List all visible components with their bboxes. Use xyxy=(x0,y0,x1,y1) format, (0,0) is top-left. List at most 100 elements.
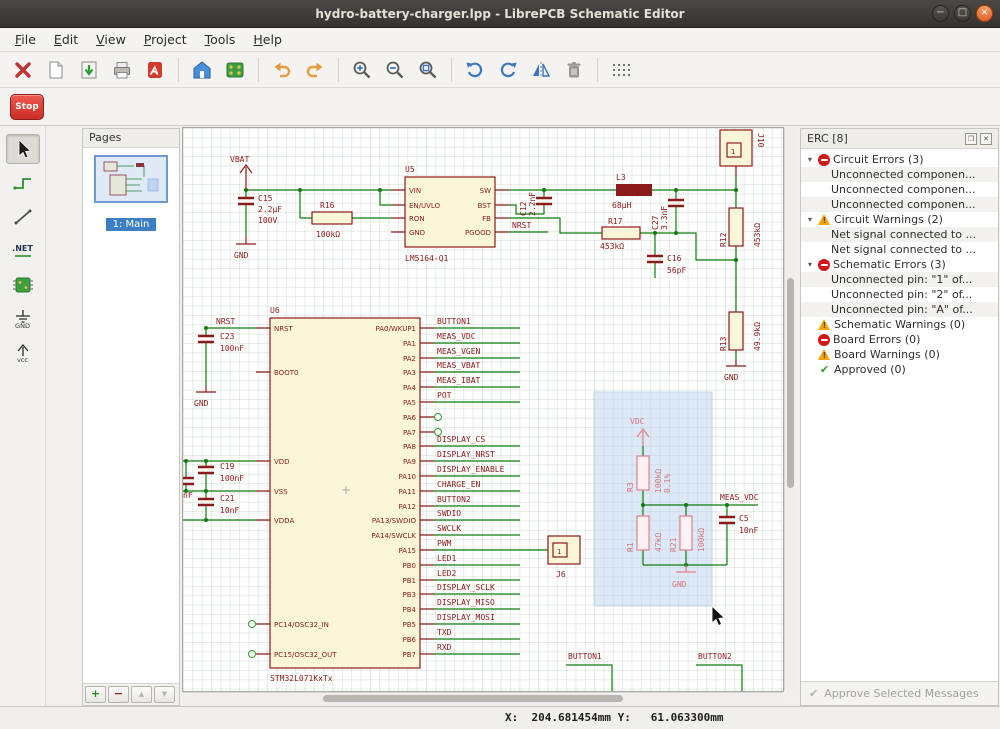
expand-arrow-icon[interactable]: ▾ xyxy=(805,155,815,164)
schematic-canvas[interactable]: VBAT C15 2.2µF 100V GND R16 100kΩ xyxy=(183,128,783,691)
menu-tools[interactable]: Tools xyxy=(196,29,245,50)
component-c21[interactable]: C21 10nF xyxy=(198,494,239,515)
zoom-in-button[interactable] xyxy=(347,56,377,84)
menu-view[interactable]: View xyxy=(87,29,135,50)
power-gnd-c15[interactable]: GND xyxy=(234,237,256,260)
component-c27[interactable]: C27 3.3nF xyxy=(651,200,684,230)
erc-message[interactable]: Unconnected pin: "1" of... xyxy=(801,272,998,287)
board-editor-button[interactable] xyxy=(220,56,250,84)
erc-message[interactable]: Net signal connected to ... xyxy=(801,227,998,242)
erc-message[interactable]: Net signal connected to ... xyxy=(801,242,998,257)
svg-text:EN/UVLO: EN/UVLO xyxy=(409,202,441,210)
svg-text:2.2µF: 2.2µF xyxy=(258,205,282,214)
move-page-up-button[interactable]: ▲ xyxy=(131,686,152,703)
erc-message[interactable]: Unconnected componen... xyxy=(801,182,998,197)
zoom-fit-button[interactable] xyxy=(413,56,443,84)
component-r17[interactable]: R17 453kΩ xyxy=(600,217,640,251)
component-j6[interactable]: 1 J6 xyxy=(548,536,580,579)
minimize-button[interactable]: − xyxy=(932,5,949,22)
erc-group-board-errors[interactable]: ▾Board Errors (0) xyxy=(801,332,998,347)
net-labels[interactable]: BUTTON1 MEAS_VDC MEAS_VGEN MEAS_VBAT MEA… xyxy=(437,317,505,652)
close-button[interactable]: × xyxy=(976,5,993,22)
menu-edit[interactable]: Edit xyxy=(45,29,87,50)
horizontal-scroll-thumb[interactable] xyxy=(323,695,623,702)
erc-group-circuit-warnings[interactable]: ▾Circuit Warnings (2) xyxy=(801,212,998,227)
mirror-button[interactable] xyxy=(526,56,556,84)
approve-selected-messages-button[interactable]: ✔ Approve Selected Messages xyxy=(801,681,998,705)
power-gnd-c23[interactable]: GND xyxy=(194,386,216,408)
page-thumbnail[interactable] xyxy=(94,155,168,203)
move-page-down-button[interactable]: ▼ xyxy=(154,686,175,703)
rotate-ccw-button[interactable] xyxy=(460,56,490,84)
erc-close-button[interactable]: ✕ xyxy=(980,133,992,145)
add-gnd-tool-button[interactable]: GND xyxy=(6,304,40,334)
component-c23[interactable]: C23 100nF xyxy=(198,332,244,353)
window-controls: − □ × xyxy=(932,5,993,22)
component-c19[interactable]: C19 100nF xyxy=(198,462,244,483)
component-l3[interactable]: L3 68µH xyxy=(612,173,652,210)
erc-message[interactable]: Unconnected componen... xyxy=(801,167,998,182)
svg-text:VSS: VSS xyxy=(274,488,288,496)
maximize-button[interactable]: □ xyxy=(954,5,971,22)
select-tool-button[interactable] xyxy=(6,134,40,164)
new-file-button[interactable] xyxy=(41,56,71,84)
print-button[interactable] xyxy=(107,56,137,84)
component-edge-capacitor[interactable]: nF xyxy=(183,478,194,500)
redo-button[interactable] xyxy=(300,56,330,84)
close-project-button[interactable] xyxy=(8,56,38,84)
net-label-meas-vdc[interactable]: MEAS_VDC xyxy=(720,493,759,502)
erc-float-button[interactable]: ❐ xyxy=(965,133,977,145)
component-c16[interactable]: C16 56pF xyxy=(647,254,686,275)
net-label-nrst-top[interactable]: NRST xyxy=(512,221,531,230)
component-r13[interactable]: R13 49.9kΩ xyxy=(719,312,762,351)
net-label-button2[interactable]: BUTTON2 xyxy=(698,652,732,661)
draw-wire-tool-button[interactable] xyxy=(6,168,40,198)
canvas-vertical-scrollbar[interactable] xyxy=(784,128,795,691)
erc-message[interactable]: Unconnected componen... xyxy=(801,197,998,212)
menu-help[interactable]: Help xyxy=(244,29,291,50)
draw-line-tool-button[interactable] xyxy=(6,202,40,232)
rotate-cw-button[interactable] xyxy=(493,56,523,84)
component-u6[interactable]: U6 STM32L071KxTx NRST BOOT0 VDD VSS VDDA… xyxy=(256,306,434,683)
net-label-tool-button[interactable]: .NET xyxy=(6,236,40,266)
net-label-nrst-left[interactable]: NRST xyxy=(216,317,235,326)
main-toolbar xyxy=(0,52,1000,88)
component-r12[interactable]: R12 453kΩ xyxy=(719,208,762,247)
menu-project[interactable]: Project xyxy=(135,29,196,50)
menu-file[interactable]: File xyxy=(6,29,45,50)
component-u5[interactable]: U5 LM5164-Q1 VIN EN/UVLO RON GND SW BST … xyxy=(391,165,509,263)
control-panel-button[interactable] xyxy=(187,56,217,84)
component-c15[interactable]: C15 2.2µF 100V xyxy=(238,194,282,225)
canvas-horizontal-scrollbar[interactable] xyxy=(183,692,783,703)
component-c5[interactable]: C5 10nF xyxy=(719,514,758,535)
delete-button[interactable] xyxy=(559,56,589,84)
vertical-scroll-thumb[interactable] xyxy=(787,278,794,488)
erc-group-schematic-errors[interactable]: ▾Schematic Errors (3) xyxy=(801,257,998,272)
grid-settings-button[interactable] xyxy=(606,56,636,84)
add-page-button[interactable]: + xyxy=(85,686,106,703)
erc-message[interactable]: Unconnected pin: "2" of... xyxy=(801,287,998,302)
component-r16[interactable]: R16 100kΩ xyxy=(312,201,352,239)
undo-button[interactable] xyxy=(267,56,297,84)
net-label-button1[interactable]: BUTTON1 xyxy=(568,652,602,661)
expand-arrow-icon[interactable]: ▾ xyxy=(805,215,815,224)
power-gnd-r13[interactable]: GND xyxy=(724,360,746,382)
remove-page-button[interactable]: − xyxy=(108,686,129,703)
power-vbat[interactable]: VBAT xyxy=(230,155,252,190)
export-pdf-button[interactable] xyxy=(140,56,170,84)
erc-group-schematic-warnings[interactable]: ▾Schematic Warnings (0) xyxy=(801,317,998,332)
zoom-out-button[interactable] xyxy=(380,56,410,84)
title-bar[interactable]: hydro-battery-charger.lpp - LibrePCB Sch… xyxy=(0,0,1000,28)
add-vcc-tool-button[interactable]: vcc xyxy=(6,338,40,368)
component-j10[interactable]: 1 J10 xyxy=(720,130,765,176)
stop-command-button[interactable]: Stop xyxy=(10,94,44,120)
expand-arrow-icon[interactable]: ▾ xyxy=(805,260,815,269)
erc-group-board-warnings[interactable]: ▾Board Warnings (0) xyxy=(801,347,998,362)
component-c12[interactable]: C12 2.2nF xyxy=(519,192,552,216)
page-item-main[interactable]: 1: Main xyxy=(106,218,157,231)
add-component-tool-button[interactable] xyxy=(6,270,40,300)
erc-group-circuit-errors[interactable]: ▾Circuit Errors (3) xyxy=(801,152,998,167)
erc-group-approved[interactable]: ▾✔Approved (0) xyxy=(801,362,998,377)
erc-message[interactable]: Unconnected pin: "A" of... xyxy=(801,302,998,317)
save-button[interactable] xyxy=(74,56,104,84)
